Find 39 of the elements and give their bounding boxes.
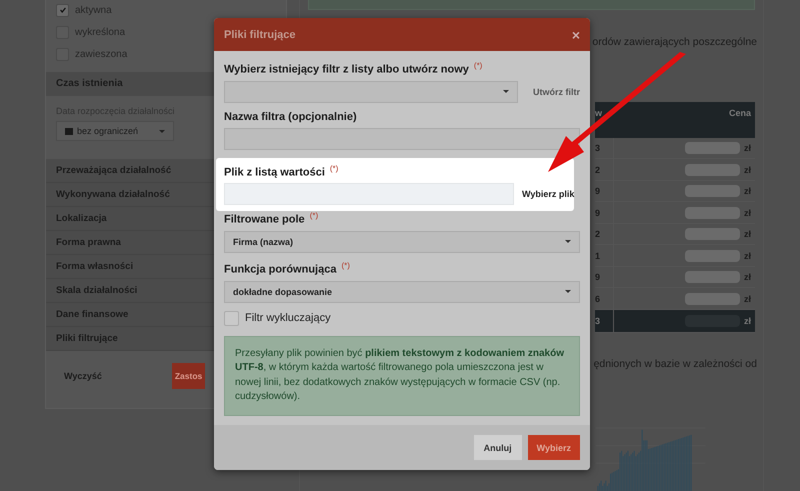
create-filter-link[interactable]: Utwórz filtr xyxy=(518,86,580,97)
date-dropdown[interactable]: bez ograniczeń xyxy=(56,121,174,141)
blurred-value xyxy=(684,206,740,219)
choose-file-button[interactable]: Wybierz plik xyxy=(514,183,574,206)
apply-button[interactable]: Zastos xyxy=(172,363,206,389)
input-field[interactable] xyxy=(224,128,580,150)
required-mark: (*) xyxy=(330,164,338,173)
confirm-button[interactable]: Wybierz xyxy=(528,435,580,460)
select-field[interactable]: dokładne dopasowanie xyxy=(224,280,580,303)
close-button[interactable]: × xyxy=(572,28,580,42)
required-mark: (*) xyxy=(341,260,350,270)
blurred-value xyxy=(684,164,740,176)
caret-icon xyxy=(565,290,571,294)
blurred-value xyxy=(684,250,740,262)
required-mark: (*) xyxy=(474,61,482,70)
select-field[interactable]: Firma (nazwa) xyxy=(224,230,580,253)
required-mark: (*) xyxy=(310,211,318,220)
column-header: w xyxy=(595,108,602,118)
blurred-value xyxy=(684,228,740,240)
clear-button[interactable]: Wyczyść xyxy=(62,363,104,389)
field-label: Nazwa filtra (opcjonalnie) xyxy=(224,110,357,123)
blurred-value xyxy=(684,271,740,284)
calendar-icon xyxy=(65,127,73,135)
file-input-field[interactable] xyxy=(224,183,514,206)
blurred-value xyxy=(684,292,740,305)
checkbox[interactable] xyxy=(224,310,239,326)
blurred-value xyxy=(684,142,740,154)
column-header: Cena xyxy=(728,108,751,118)
select-field[interactable] xyxy=(224,80,518,103)
table-total-row: 3 zł xyxy=(595,310,755,333)
info-box: Przesyłany plik powinien być plikiem tekstowym z kodowaniem znaków UTF-8, w którym każda wartość filtrowanego pola umieszczona jest w nowej linii, bez dodatkowych znaków występujących w formacie CSV (np. cudzysłowów). xyxy=(224,336,580,416)
caret-icon xyxy=(503,90,509,94)
blurred-value xyxy=(684,185,740,198)
checkmark-icon xyxy=(58,6,66,14)
caret-icon xyxy=(565,240,571,244)
modal-title: Pliki filtrujące xyxy=(224,28,296,40)
caret-icon xyxy=(159,130,165,132)
checkbox[interactable] xyxy=(56,4,69,16)
cancel-button[interactable]: Anuluj xyxy=(474,435,522,460)
